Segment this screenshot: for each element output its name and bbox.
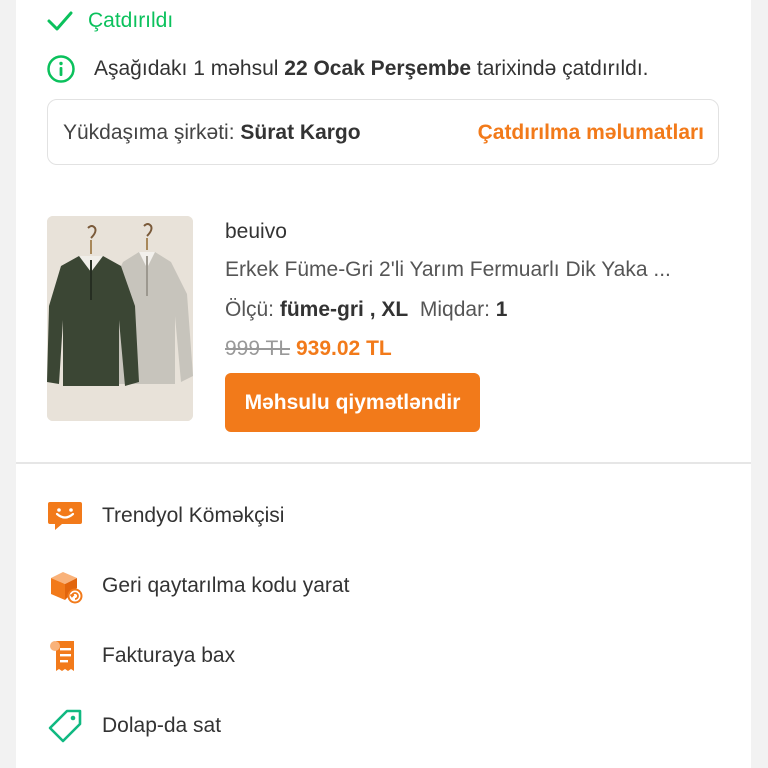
product-image[interactable] xyxy=(47,216,193,421)
action-label: Fakturaya bax xyxy=(102,644,236,667)
delivery-status: Çatdırıldı xyxy=(46,8,173,34)
info-text: Aşağıdakı 1 məhsul 22 Ocak Perşembe tari… xyxy=(94,57,649,80)
cargo-box: Yükdaşıma şirkəti: Sürat Kargo Çatdırılm… xyxy=(47,99,719,165)
return-box-icon xyxy=(51,572,83,604)
status-label: Çatdırıldı xyxy=(88,9,174,32)
old-price: 999 TL xyxy=(225,337,290,360)
delivery-date: 22 Ocak Perşembe xyxy=(284,57,472,80)
action-label: Geri qaytarılma kodu yarat xyxy=(102,574,350,597)
action-dolap-sell[interactable]: Dolap-da sat xyxy=(47,706,221,746)
action-assistant[interactable]: Trendyol Köməkçisi xyxy=(47,496,284,536)
price-tag-icon xyxy=(48,709,82,743)
invoice-icon xyxy=(50,641,74,671)
sweater-image xyxy=(47,216,193,421)
delivery-info: Aşağıdakı 1 məhsul 22 Ocak Perşembe tari… xyxy=(46,54,649,84)
action-invoice[interactable]: Fakturaya bax xyxy=(47,636,235,676)
product-name[interactable]: Erkek Füme-Gri 2'li Yarım Fermuarlı Dik … xyxy=(225,258,715,282)
chat-assistant-icon xyxy=(48,502,82,530)
delivery-details-link[interactable]: Çatdırılma məlumatları xyxy=(478,100,704,166)
rate-product-button[interactable]: Məhsulu qiymətləndir xyxy=(225,373,480,432)
product-variant: Ölçü: füme-gri , XL Miqdar: 1 xyxy=(225,298,508,321)
info-icon xyxy=(47,55,75,83)
product-size: füme-gri , XL xyxy=(279,298,409,321)
price-row: 999 TL 939.02 TL xyxy=(225,337,392,361)
product-brand: beuivo xyxy=(225,220,287,243)
cargo-company: Yükdaşıma şirkəti: Sürat Kargo xyxy=(63,121,361,144)
action-return-code[interactable]: Geri qaytarılma kodu yarat xyxy=(47,566,349,606)
check-icon xyxy=(47,11,73,31)
action-label: Dolap-da sat xyxy=(102,714,222,737)
action-label: Trendyol Köməkçisi xyxy=(102,504,285,527)
new-price: 939.02 TL xyxy=(296,337,392,360)
cargo-company-name: Sürat Kargo xyxy=(240,121,361,144)
product-quantity: 1 xyxy=(495,298,508,321)
section-divider xyxy=(16,462,751,464)
